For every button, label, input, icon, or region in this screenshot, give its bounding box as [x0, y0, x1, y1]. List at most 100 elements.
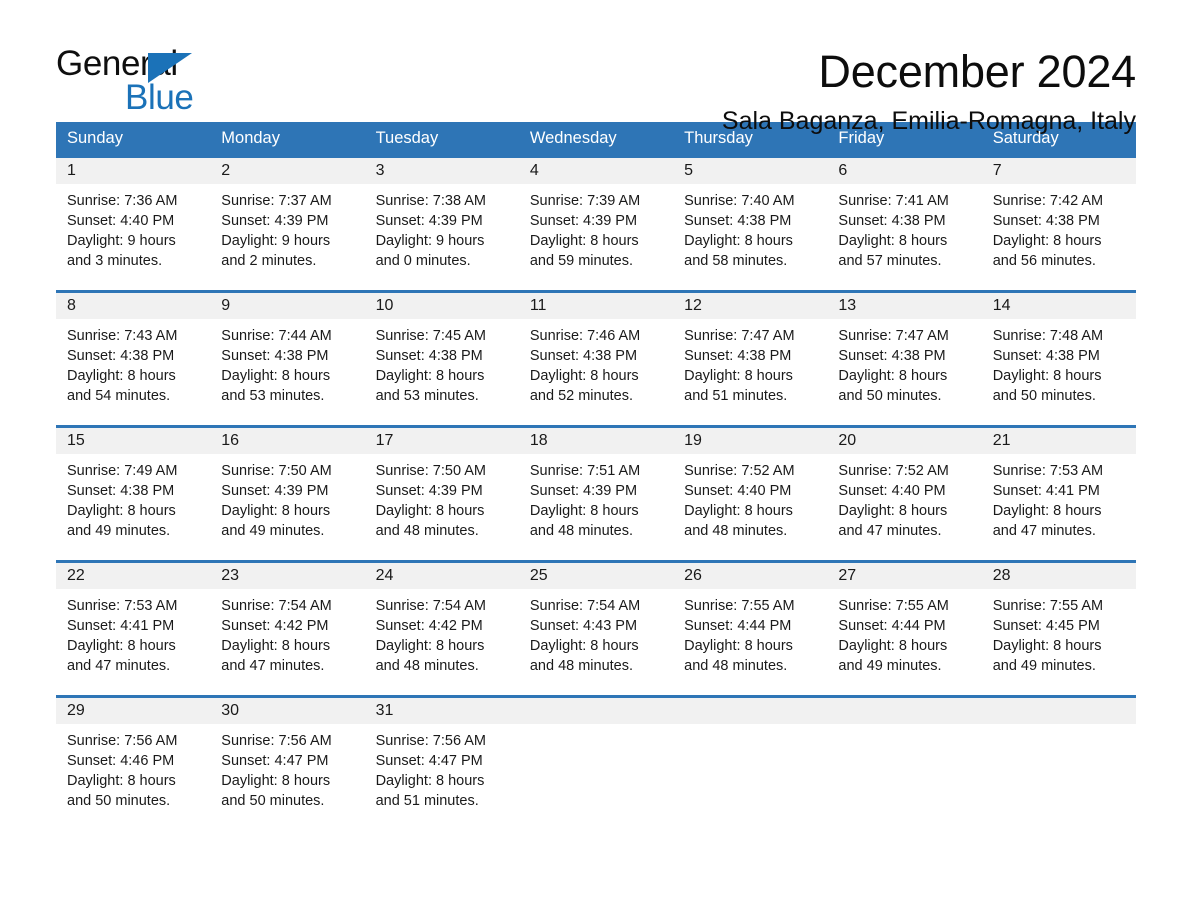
day-number: 8: [56, 293, 211, 319]
daylight-text-line1: Daylight: 8 hours: [221, 773, 331, 789]
sunrise-text: Sunrise: 7:41 AM: [838, 193, 949, 209]
day-details: Sunrise: 7:46 AM Sunset: 4:38 PM Daylight:…: [519, 319, 673, 406]
daylight-text-line2: and 52 minutes.: [529, 388, 634, 404]
day-number: 23: [210, 563, 365, 589]
sunset-text: Sunset: 4:39 PM: [221, 483, 329, 499]
daylight-text-line1: Daylight: 8 hours: [375, 368, 485, 384]
day-cell[interactable]: 31 Sunrise: 7:56 AM Sunset: 4:47 PM Dayligh…: [364, 698, 519, 815]
daylight-text-line2: and 48 minutes.: [529, 658, 634, 674]
sunset-text: Sunset: 4:38 PM: [838, 348, 946, 364]
day-details: Sunrise: 7:50 AM Sunset: 4:39 PM Daylight:…: [365, 454, 519, 541]
weekday-header-friday: Friday: [838, 129, 885, 147]
daylight-text-line1: Daylight: 8 hours: [992, 503, 1102, 519]
daylight-text-line2: and 56 minutes.: [992, 253, 1096, 269]
sunset-text: Sunset: 4:47 PM: [221, 753, 329, 769]
day-cell[interactable]: 12 Sunrise: 7:47 AM Sunset: 4:38 PM Dayligh…: [673, 293, 828, 425]
day-details: Sunrise: 7:44 AM Sunset: 4:38 PM Daylight:…: [210, 319, 364, 406]
sunrise-text: Sunrise: 7:55 AM: [838, 598, 949, 614]
day-number: 7: [981, 158, 1136, 184]
daylight-text-line2: and 0 minutes.: [375, 253, 471, 269]
day-details: Sunrise: 7:49 AM Sunset: 4:38 PM Daylight:…: [56, 454, 210, 541]
day-details: Sunrise: 7:36 AM Sunset: 4:40 PM Daylight:…: [56, 184, 210, 271]
calendar-week-row: 15 Sunrise: 7:49 AM Sunset: 4:38 PM Dayligh…: [56, 425, 1136, 560]
sunrise-text: Sunrise: 7:53 AM: [992, 463, 1104, 479]
day-cell[interactable]: 20 Sunrise: 7:52 AM Sunset: 4:40 PM Dayligh…: [827, 428, 982, 560]
daylight-text-line1: Daylight: 8 hours: [684, 368, 793, 384]
day-cell[interactable]: 4 Sunrise: 7:39 AM Sunset: 4:39 PM Daylight…: [518, 158, 674, 290]
daylight-text-line1: Daylight: 8 hours: [838, 233, 948, 249]
daylight-text-line1: Daylight: 8 hours: [375, 503, 485, 519]
daylight-text-line2: and 3 minutes.: [67, 253, 163, 269]
calendar-grid: Sunday Monday Tuesday Wednesday Thursday…: [56, 122, 1136, 815]
day-cell[interactable]: 30 Sunrise: 7:56 AM Sunset: 4:47 PM Dayligh…: [210, 698, 365, 815]
day-number: 24: [364, 563, 519, 589]
day-cell[interactable]: 13 Sunrise: 7:47 AM Sunset: 4:38 PM Dayligh…: [827, 293, 982, 425]
daylight-text-line2: and 57 minutes.: [838, 253, 942, 269]
day-details: Sunrise: 7:51 AM Sunset: 4:39 PM Daylight:…: [519, 454, 673, 541]
weekday-header-tuesday: Tuesday: [375, 129, 439, 147]
day-cell[interactable]: 22 Sunrise: 7:53 AM Sunset: 4:41 PM Dayligh…: [56, 563, 211, 695]
day-number: 16: [210, 428, 365, 454]
day-cell[interactable]: 9 Sunrise: 7:44 AM Sunset: 4:38 PM Daylight…: [210, 293, 365, 425]
day-cell[interactable]: 23 Sunrise: 7:54 AM Sunset: 4:42 PM Dayligh…: [210, 563, 365, 695]
day-cell[interactable]: 16 Sunrise: 7:50 AM Sunset: 4:39 PM Dayligh…: [210, 428, 365, 560]
day-number: 27: [827, 563, 982, 589]
day-cell[interactable]: 26 Sunrise: 7:55 AM Sunset: 4:44 PM Dayligh…: [673, 563, 828, 695]
calendar-page: General Blue December 2024 Sala Baganza,…: [0, 0, 1188, 918]
calendar-week-row: 8 Sunrise: 7:43 AM Sunset: 4:38 PM Daylight…: [56, 290, 1136, 425]
day-cell[interactable]: 28 Sunrise: 7:55 AM Sunset: 4:45 PM Dayligh…: [981, 563, 1136, 695]
day-details: Sunrise: 7:40 AM Sunset: 4:38 PM Daylight:…: [673, 184, 827, 271]
day-number: 15: [56, 428, 211, 454]
day-cell[interactable]: 8 Sunrise: 7:43 AM Sunset: 4:38 PM Daylight…: [56, 293, 211, 425]
day-number: 18: [518, 428, 674, 454]
daylight-text-line2: and 48 minutes.: [684, 658, 788, 674]
sunrise-text: Sunrise: 7:42 AM: [992, 193, 1104, 209]
day-number: [673, 698, 828, 724]
weekday-header-row: Sunday Monday Tuesday Wednesday Thursday…: [56, 122, 1136, 155]
day-cell[interactable]: 18 Sunrise: 7:51 AM Sunset: 4:39 PM Dayligh…: [518, 428, 674, 560]
sunset-text: Sunset: 4:40 PM: [684, 483, 792, 499]
day-cell[interactable]: 25 Sunrise: 7:54 AM Sunset: 4:43 PM Dayligh…: [518, 563, 674, 695]
day-cell[interactable]: 7 Sunrise: 7:42 AM Sunset: 4:38 PM Daylight…: [981, 158, 1136, 290]
day-number: 25: [518, 563, 674, 589]
day-cell[interactable]: 2 Sunrise: 7:37 AM Sunset: 4:39 PM Daylight…: [210, 158, 365, 290]
day-cell[interactable]: 14 Sunrise: 7:48 AM Sunset: 4:38 PM Dayligh…: [981, 293, 1136, 425]
sunset-text: Sunset: 4:45 PM: [992, 618, 1100, 634]
daylight-text-line1: Daylight: 8 hours: [529, 368, 639, 384]
sunset-text: Sunset: 4:40 PM: [838, 483, 946, 499]
day-cell[interactable]: 27 Sunrise: 7:55 AM Sunset: 4:44 PM Dayligh…: [827, 563, 982, 695]
sunrise-text: Sunrise: 7:46 AM: [529, 328, 641, 344]
daylight-text-line2: and 49 minutes.: [838, 658, 942, 674]
day-cell[interactable]: 5 Sunrise: 7:40 AM Sunset: 4:38 PM Daylight…: [673, 158, 828, 290]
daylight-text-line1: Daylight: 8 hours: [992, 233, 1102, 249]
day-details: Sunrise: 7:39 AM Sunset: 4:39 PM Daylight:…: [519, 184, 673, 271]
day-details: Sunrise: 7:42 AM Sunset: 4:38 PM Daylight:…: [982, 184, 1136, 271]
calendar-week-row: 29 Sunrise: 7:56 AM Sunset: 4:46 PM Dayligh…: [56, 695, 1136, 815]
day-details: Sunrise: 7:56 AM Sunset: 4:46 PM Daylight:…: [56, 724, 210, 811]
day-cell[interactable]: 21 Sunrise: 7:53 AM Sunset: 4:41 PM Dayligh…: [981, 428, 1136, 560]
day-number: 31: [364, 698, 519, 724]
day-cell[interactable]: 10 Sunrise: 7:45 AM Sunset: 4:38 PM Dayligh…: [364, 293, 519, 425]
day-cell[interactable]: 17 Sunrise: 7:50 AM Sunset: 4:39 PM Dayligh…: [364, 428, 519, 560]
day-details: Sunrise: 7:55 AM Sunset: 4:44 PM Daylight:…: [827, 589, 981, 676]
daylight-text-line2: and 50 minutes.: [221, 793, 325, 809]
sunrise-text: Sunrise: 7:48 AM: [992, 328, 1104, 344]
day-cell[interactable]: 11 Sunrise: 7:46 AM Sunset: 4:38 PM Dayligh…: [518, 293, 674, 425]
page-header: General Blue December 2024 Sala Baganza,…: [0, 0, 1188, 135]
day-details: Sunrise: 7:53 AM Sunset: 4:41 PM Daylight:…: [982, 454, 1136, 541]
day-details: Sunrise: 7:48 AM Sunset: 4:38 PM Daylight:…: [982, 319, 1136, 406]
daylight-text-line1: Daylight: 8 hours: [838, 503, 948, 519]
day-number: 6: [827, 158, 982, 184]
day-details: Sunrise: 7:53 AM Sunset: 4:41 PM Daylight:…: [56, 589, 210, 676]
sunset-text: Sunset: 4:38 PM: [992, 213, 1100, 229]
sunrise-text: Sunrise: 7:52 AM: [838, 463, 949, 479]
day-cell[interactable]: 6 Sunrise: 7:41 AM Sunset: 4:38 PM Daylight…: [827, 158, 982, 290]
day-cell[interactable]: 29 Sunrise: 7:56 AM Sunset: 4:46 PM Dayligh…: [56, 698, 211, 815]
day-number: [518, 698, 674, 724]
day-details: Sunrise: 7:52 AM Sunset: 4:40 PM Daylight:…: [673, 454, 827, 541]
day-cell[interactable]: 19 Sunrise: 7:52 AM Sunset: 4:40 PM Dayligh…: [673, 428, 828, 560]
day-cell[interactable]: 24 Sunrise: 7:54 AM Sunset: 4:42 PM Dayligh…: [364, 563, 519, 695]
day-cell[interactable]: 15 Sunrise: 7:49 AM Sunset: 4:38 PM Dayligh…: [56, 428, 211, 560]
day-cell[interactable]: 1 Sunrise: 7:36 AM Sunset: 4:40 PM Daylight…: [56, 158, 211, 290]
day-cell[interactable]: 3 Sunrise: 7:38 AM Sunset: 4:39 PM Daylight…: [364, 158, 519, 290]
